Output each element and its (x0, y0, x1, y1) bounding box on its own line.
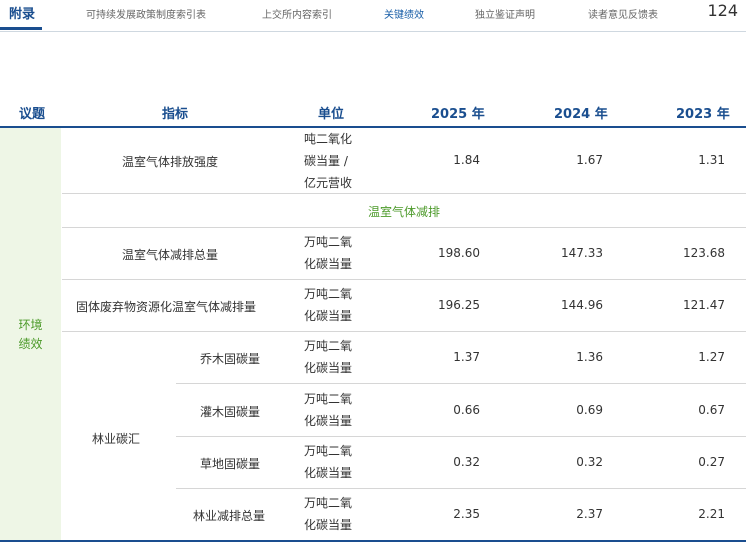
row-3-2023: 121.47 (683, 298, 725, 312)
nav-item-policy-index[interactable]: 可持续发展政策制度索引表 (86, 6, 206, 21)
unit-line: 万吨二氧 (304, 496, 353, 510)
row-7-unit: 万吨二氧 化碳当量 (304, 492, 352, 536)
header-topic: 议题 (19, 107, 46, 122)
unit-line: 化碳当量 (304, 466, 353, 480)
row-3-2025: 196.25 (438, 298, 480, 312)
row-2-indicator: 温室气体减排总量 (122, 248, 219, 262)
row-7-indicator: 林业减排总量 (193, 509, 266, 523)
row-divider (62, 279, 746, 280)
row-6-unit: 万吨二氧 化碳当量 (304, 440, 352, 484)
table-bottom-border (0, 540, 746, 542)
header-indicator: 指标 (162, 107, 189, 122)
unit-line: 化碳当量 (304, 414, 353, 428)
row-5-indicator: 灌木固碳量 (200, 405, 261, 419)
top-nav: 附录 可持续发展政策制度索引表 上交所内容索引 关键绩效 独立鉴证声明 读者意见… (0, 0, 746, 32)
row-divider (176, 436, 746, 437)
header-divider (0, 126, 746, 128)
row-4-unit: 万吨二氧 化碳当量 (304, 335, 352, 379)
category-label-line-2: 绩效 (18, 337, 43, 351)
header-2024: 2024 年 (554, 107, 608, 122)
row-3-unit: 万吨二氧 化碳当量 (304, 283, 352, 327)
row-3-2024: 144.96 (561, 298, 603, 312)
unit-line: 化碳当量 (304, 309, 353, 323)
row-divider (176, 488, 746, 489)
row-1-2024: 1.67 (576, 153, 603, 167)
row-1-unit-line-2: 碳当量 / (304, 154, 348, 168)
row-1-2023: 1.31 (698, 153, 725, 167)
row-divider (62, 227, 746, 228)
row-1-unit: 吨二氧化 碳当量 / 亿元营收 (304, 128, 352, 194)
row-1-indicator: 温室气体排放强度 (122, 155, 219, 169)
nav-active-underline (0, 27, 42, 30)
row-4-2024: 1.36 (576, 350, 603, 364)
unit-line: 万吨二氧 (304, 444, 353, 458)
row-4-2023: 1.27 (698, 350, 725, 364)
unit-line: 万吨二氧 (304, 235, 353, 249)
nav-item-key-performance[interactable]: 关键绩效 (384, 6, 424, 21)
category-label-line-1: 环境 (18, 318, 43, 332)
unit-line: 化碳当量 (304, 518, 353, 532)
row-2-2023: 123.68 (683, 246, 725, 260)
row-2-2024: 147.33 (561, 246, 603, 260)
category-label: 环境 绩效 (0, 316, 61, 354)
forestry-group-label: 林业碳汇 (92, 432, 141, 446)
row-1-unit-line-1: 吨二氧化 (304, 132, 353, 146)
row-6-2023: 0.27 (698, 455, 725, 469)
nav-item-feedback[interactable]: 读者意见反馈表 (588, 6, 658, 21)
row-4-indicator: 乔木固碳量 (200, 352, 261, 366)
nav-item-assurance[interactable]: 独立鉴证声明 (475, 6, 535, 21)
nav-item-sse-index[interactable]: 上交所内容索引 (262, 6, 332, 21)
nav-appendix[interactable]: 附录 (9, 3, 35, 22)
row-5-2024: 0.69 (576, 403, 603, 417)
row-6-indicator: 草地固碳量 (200, 457, 261, 471)
row-6-2025: 0.32 (453, 455, 480, 469)
row-2-2025: 198.60 (438, 246, 480, 260)
header-2023: 2023 年 (676, 107, 730, 122)
row-7-2025: 2.35 (453, 507, 480, 521)
unit-line: 万吨二氧 (304, 392, 353, 406)
row-4-2025: 1.37 (453, 350, 480, 364)
row-5-2023: 0.67 (698, 403, 725, 417)
unit-line: 化碳当量 (304, 361, 353, 375)
unit-line: 化碳当量 (304, 257, 353, 271)
header-2025: 2025 年 (431, 107, 485, 122)
row-divider (62, 331, 746, 332)
row-7-2023: 2.21 (698, 507, 725, 521)
row-7-2024: 2.37 (576, 507, 603, 521)
page-number: 124 (707, 1, 738, 20)
row-5-unit: 万吨二氧 化碳当量 (304, 388, 352, 432)
unit-line: 万吨二氧 (304, 339, 353, 353)
row-divider (176, 383, 746, 384)
row-2-unit: 万吨二氧 化碳当量 (304, 231, 352, 275)
row-1-2025: 1.84 (453, 153, 480, 167)
header-unit: 单位 (318, 107, 345, 122)
row-1-unit-line-3: 亿元营收 (304, 176, 353, 190)
row-3-indicator: 固体废弃物资源化温室气体减排量 (76, 300, 257, 314)
nav-divider (0, 31, 746, 32)
row-divider (62, 193, 746, 194)
unit-line: 万吨二氧 (304, 287, 353, 301)
subsection-header: 温室气体减排 (367, 205, 440, 219)
row-6-2024: 0.32 (576, 455, 603, 469)
row-5-2025: 0.66 (453, 403, 480, 417)
